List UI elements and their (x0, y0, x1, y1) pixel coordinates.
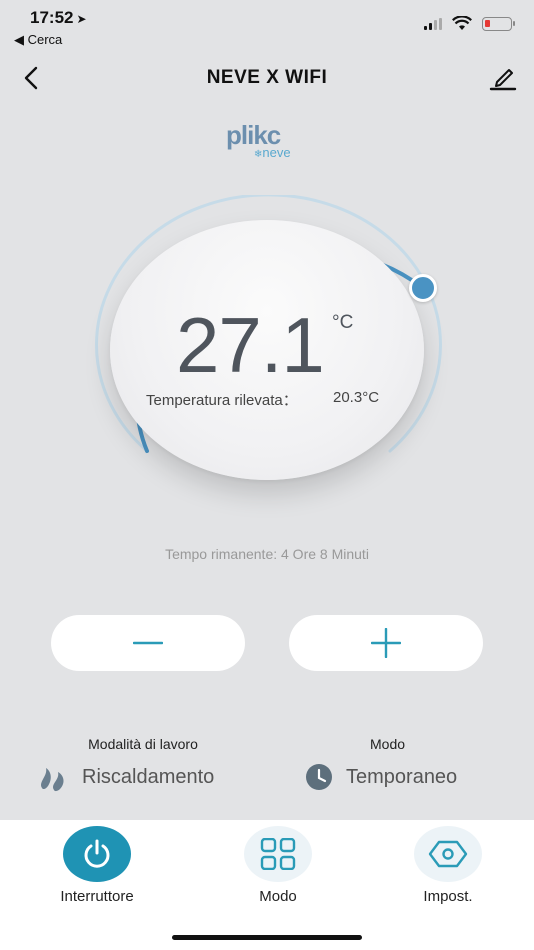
tab-power[interactable]: Interruttore (27, 826, 167, 905)
back-to-app-link[interactable]: ◀ Cerca (14, 32, 62, 48)
bottom-tab-bar: Interruttore Modo Impost. (0, 820, 534, 950)
cellular-signal-icon (424, 17, 442, 30)
mode-title: Modo (370, 736, 406, 752)
settings-icon (428, 840, 468, 868)
work-mode-section[interactable]: Modalità di lavoro Riscaldamento (38, 736, 248, 792)
logo-sub-text: neve (262, 145, 291, 160)
mode-section[interactable]: Modo Temporaneo (304, 736, 504, 792)
grid-icon (260, 838, 296, 870)
nav-bar: NEVE X WIFI (0, 56, 534, 100)
battery-icon (482, 16, 515, 31)
work-mode-row: Riscaldamento (38, 762, 248, 792)
tab-power-circle (63, 826, 131, 882)
mode-value: Temporaneo (346, 765, 458, 788)
tab-settings-circle (414, 826, 482, 882)
page-title: NEVE X WIFI (206, 67, 328, 88)
brand-logo: plikc ❄neve (226, 120, 310, 164)
work-mode-title: Modalità di lavoro (88, 736, 198, 752)
remaining-time: Tempo rimanente: 4 Ore 8 Minuti (165, 546, 369, 562)
status-bar: 17:52 ➤ ◀ Cerca (0, 0, 534, 52)
measured-temperature-value: 20.3°C (333, 389, 380, 406)
power-icon (84, 839, 110, 868)
tab-mode[interactable]: Modo (208, 826, 348, 905)
measured-temperature-label: Temperatura rilevata： (146, 392, 298, 409)
clock-text: 17:52 (30, 8, 74, 27)
mode-row: Temporaneo (304, 762, 504, 792)
temperature-unit: °C (332, 312, 354, 333)
location-arrow-icon: ➤ (76, 12, 87, 26)
work-mode-value: Riscaldamento (82, 765, 215, 788)
status-time: 17:52 ➤ (30, 8, 87, 28)
status-icons (424, 16, 515, 31)
wifi-icon (452, 16, 472, 30)
home-indicator[interactable] (172, 935, 362, 940)
tab-power-label: Interruttore (60, 888, 134, 905)
set-temperature: 27.1 (176, 301, 325, 389)
flame-icon (41, 768, 64, 792)
dial-knob-handle[interactable] (409, 274, 437, 302)
tab-settings[interactable]: Impost. (378, 826, 518, 905)
minus-icon (133, 641, 163, 645)
logo-sub: ❄neve (254, 145, 291, 160)
increase-temp-button[interactable] (289, 615, 483, 671)
clock-icon (306, 764, 332, 790)
plus-icon (371, 628, 401, 658)
tab-settings-label: Impost. (423, 888, 473, 905)
tab-mode-label: Modo (259, 888, 297, 905)
tab-mode-circle (244, 826, 312, 882)
edit-pencil-icon[interactable] (488, 64, 518, 92)
decrease-temp-button[interactable] (51, 615, 245, 671)
